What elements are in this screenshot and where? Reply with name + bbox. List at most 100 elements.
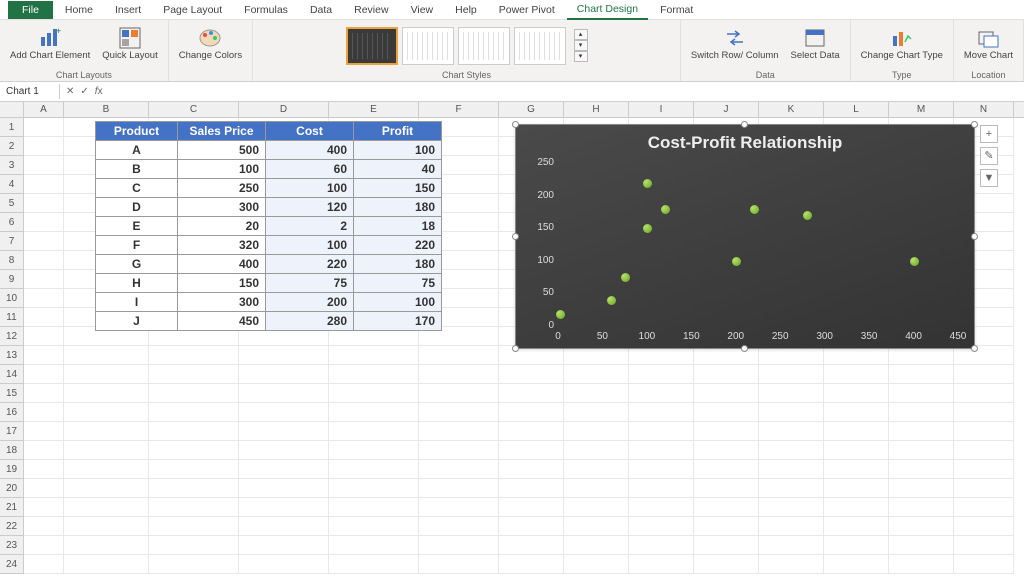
tab-format[interactable]: Format [650,1,703,19]
col-header-H[interactable]: H [564,102,629,117]
row-header-16[interactable]: 16 [0,403,24,422]
chart-filters-button[interactable]: ▼ [980,169,998,187]
cancel-icon[interactable]: ✕ [66,86,74,97]
fx-icon[interactable]: fx [95,86,103,97]
resize-handle[interactable] [971,345,978,352]
row-header-10[interactable]: 10 [0,289,24,308]
tab-insert[interactable]: Insert [105,1,151,19]
data-point[interactable] [732,257,741,266]
row-header-12[interactable]: 12 [0,327,24,346]
table-header[interactable]: Profit [354,122,442,141]
table-row[interactable]: D300120180 [96,198,442,217]
data-table[interactable]: ProductSales PriceCostProfit A500400100B… [95,121,442,331]
change-chart-type-button[interactable]: Change Chart Type [857,24,947,63]
data-point[interactable] [621,273,630,282]
data-point[interactable] [750,205,759,214]
row-header-22[interactable]: 22 [0,517,24,536]
data-point[interactable] [803,211,812,220]
data-point[interactable] [661,205,670,214]
table-row[interactable]: A500400100 [96,141,442,160]
row-header-6[interactable]: 6 [0,213,24,232]
col-header-I[interactable]: I [629,102,694,117]
row-header-19[interactable]: 19 [0,460,24,479]
formula-input[interactable] [109,86,909,97]
row-header-2[interactable]: 2 [0,137,24,156]
name-box[interactable]: Chart 1 [0,84,60,99]
col-header-A[interactable]: A [24,102,64,117]
resize-handle[interactable] [971,121,978,128]
tab-chart-design[interactable]: Chart Design [567,0,648,20]
col-header-M[interactable]: M [889,102,954,117]
move-chart-button[interactable]: Move Chart [960,24,1017,63]
table-row[interactable]: B1006040 [96,160,442,179]
table-row[interactable]: I300200100 [96,293,442,312]
gallery-more-button[interactable]: ▾ [574,51,588,62]
col-header-K[interactable]: K [759,102,824,117]
table-row[interactable]: F320100220 [96,236,442,255]
col-header-L[interactable]: L [824,102,889,117]
quick-layout-button[interactable]: Quick Layout [98,24,161,63]
resize-handle[interactable] [512,121,519,128]
col-header-N[interactable]: N [954,102,1014,117]
tab-view[interactable]: View [401,1,444,19]
plot-area[interactable] [558,163,956,324]
select-data-button[interactable]: Select Data [787,24,844,63]
resize-handle[interactable] [741,345,748,352]
resize-handle[interactable] [741,121,748,128]
row-header-14[interactable]: 14 [0,365,24,384]
enter-icon[interactable]: ✓ [80,86,88,97]
tab-review[interactable]: Review [344,1,398,19]
col-header-B[interactable]: B [64,102,149,117]
row-header-20[interactable]: 20 [0,479,24,498]
row-header-13[interactable]: 13 [0,346,24,365]
table-row[interactable]: H1507575 [96,274,442,293]
row-header-1[interactable]: 1 [0,118,24,137]
data-point[interactable] [556,310,565,319]
table-header[interactable]: Sales Price [178,122,266,141]
row-header-8[interactable]: 8 [0,251,24,270]
col-header-E[interactable]: E [329,102,419,117]
row-header-4[interactable]: 4 [0,175,24,194]
row-header-11[interactable]: 11 [0,308,24,327]
resize-handle[interactable] [512,233,519,240]
resize-handle[interactable] [971,233,978,240]
row-header-18[interactable]: 18 [0,441,24,460]
table-header[interactable]: Product [96,122,178,141]
tab-page-layout[interactable]: Page Layout [153,1,232,19]
chart-elements-button[interactable]: + [980,125,998,143]
col-header-J[interactable]: J [694,102,759,117]
worksheet[interactable]: ABCDEFGHIJKLMN 1234567891011121314151617… [0,102,1024,574]
table-row[interactable]: G400220180 [96,255,442,274]
table-row[interactable]: J450280170 [96,312,442,331]
row-header-15[interactable]: 15 [0,384,24,403]
switch-row-column-button[interactable]: Switch Row/ Column [687,24,783,63]
table-row[interactable]: E20218 [96,217,442,236]
select-all-corner[interactable] [0,102,24,117]
chart-title[interactable]: Cost-Profit Relationship [516,125,974,155]
chart-styles-button[interactable]: ✎ [980,147,998,165]
style-thumb-3[interactable] [458,27,510,65]
embedded-chart[interactable]: Cost-Profit Relationship + ✎ ▼ 050100150… [515,124,975,349]
tab-formulas[interactable]: Formulas [234,1,298,19]
col-header-D[interactable]: D [239,102,329,117]
style-thumb-selected[interactable] [346,27,398,65]
col-header-G[interactable]: G [499,102,564,117]
data-point[interactable] [607,296,616,305]
add-chart-element-button[interactable]: + Add Chart Element [6,24,94,63]
data-point[interactable] [643,224,652,233]
resize-handle[interactable] [512,345,519,352]
col-header-C[interactable]: C [149,102,239,117]
data-point[interactable] [910,257,919,266]
style-thumb-4[interactable] [514,27,566,65]
table-row[interactable]: C250100150 [96,179,442,198]
row-header-24[interactable]: 24 [0,555,24,574]
tab-help[interactable]: Help [445,1,487,19]
col-header-F[interactable]: F [419,102,499,117]
row-header-21[interactable]: 21 [0,498,24,517]
tab-home[interactable]: Home [55,1,103,19]
row-header-7[interactable]: 7 [0,232,24,251]
row-header-5[interactable]: 5 [0,194,24,213]
row-header-3[interactable]: 3 [0,156,24,175]
row-header-9[interactable]: 9 [0,270,24,289]
table-header[interactable]: Cost [266,122,354,141]
